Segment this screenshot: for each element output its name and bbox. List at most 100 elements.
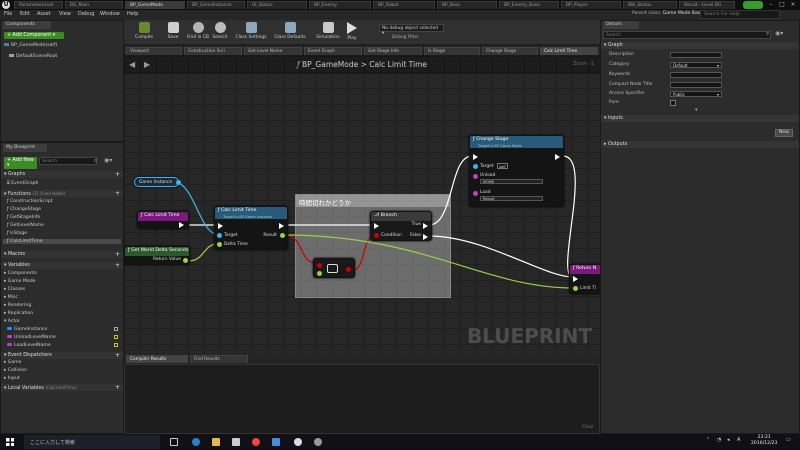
eye-icon[interactable] (114, 327, 118, 331)
keywords-field[interactable] (670, 72, 722, 78)
unload-dropdown[interactable]: NONE (480, 179, 543, 184)
graphs-category[interactable]: ▾ Graphs + (1, 171, 123, 178)
load-pin[interactable] (473, 191, 478, 196)
condition-pin[interactable] (374, 233, 379, 238)
var-category[interactable]: ▸ Rendering (4, 303, 31, 308)
doc-tab-6[interactable]: BP_Robot (373, 1, 435, 9)
tab-get-stage-info[interactable]: Get Stage Info (364, 47, 422, 55)
doc-tab-11[interactable]: Result - Level BG (679, 1, 735, 9)
doc-tab-7[interactable]: BP_Boss (437, 1, 497, 9)
unload-pin[interactable] (473, 174, 478, 179)
true-pin[interactable] (423, 223, 428, 229)
node-calc-limit-time[interactable]: ƒ Calc Limit Time Target is BP Game Inst… (214, 206, 288, 250)
folder-icon[interactable] (272, 438, 280, 446)
debug-object-select[interactable]: No debug object selected ▾ (379, 24, 444, 36)
maximize-icon[interactable]: □ (777, 1, 787, 9)
load-dropdown[interactable]: Result (480, 196, 543, 201)
node-return[interactable]: ƒ Return N Limit Ti (569, 264, 600, 294)
add-local-icon[interactable]: + (115, 384, 120, 391)
doc-tab-8[interactable]: BP_Enemy_Base (499, 1, 559, 9)
menu-asset[interactable]: Asset (37, 11, 51, 17)
macros-category[interactable]: ▾ Macros + (1, 251, 123, 258)
notifications-icon[interactable]: ▭ (786, 437, 791, 443)
target-pin[interactable] (473, 164, 478, 169)
tab-change-stage[interactable]: Change Stage (482, 47, 538, 55)
variables-category[interactable]: ▾ Variables + (1, 262, 123, 269)
menu-help[interactable]: Help (127, 11, 138, 17)
exec-out-pin[interactable] (555, 154, 560, 160)
eye-icon[interactable] (114, 343, 118, 347)
menu-edit[interactable]: Edit (20, 11, 30, 17)
doc-tab-5[interactable]: BP_Enemy (309, 1, 371, 9)
var-category[interactable]: ▸ Replication (4, 311, 33, 316)
function-item[interactable]: ƒ IsStage (7, 231, 27, 236)
doc-tab-3[interactable]: BP_GameInstance (187, 1, 245, 9)
result-pin[interactable] (280, 233, 285, 238)
exec-out-pin[interactable] (279, 223, 284, 229)
input-language-label[interactable]: A (737, 437, 740, 443)
file-explorer-icon[interactable] (212, 438, 220, 446)
app-icon[interactable] (314, 438, 322, 446)
pure-checkbox[interactable] (670, 100, 676, 106)
menu-file[interactable]: File (4, 11, 12, 17)
windows-start-icon[interactable] (6, 438, 14, 446)
function-item[interactable]: ƒ ChangeStage (7, 207, 41, 212)
edge-browser-icon[interactable] (192, 438, 200, 446)
exec-out-pin[interactable] (179, 222, 184, 228)
functions-category[interactable]: ▾ Functions (31 Overridable) + (1, 190, 123, 197)
category-dropdown[interactable]: Default ▾ (670, 62, 722, 68)
add-variable-icon[interactable]: + (115, 262, 120, 269)
variable-item[interactable]: GameInstance (7, 327, 121, 332)
delta-pin[interactable] (217, 242, 222, 247)
var-category[interactable]: ▸ Components (4, 271, 37, 276)
compact-title-field[interactable] (670, 82, 722, 88)
eye-icon[interactable] (114, 335, 118, 339)
var-category[interactable]: ▸ Misc (4, 295, 18, 300)
menu-debug[interactable]: Debug (78, 11, 94, 17)
function-item-selected[interactable]: ƒ CalcLimitTime (3, 239, 121, 244)
dispatcher-item[interactable]: ▸ Collision (4, 368, 27, 373)
class-settings-button[interactable]: Class Settings (232, 21, 270, 44)
tab-get-level-name[interactable]: Get Level Name (244, 47, 302, 55)
var-category[interactable]: ▾ Actor (4, 319, 20, 324)
exec-in-pin[interactable] (573, 276, 578, 282)
doc-tab-1[interactable]: BG_Main (65, 1, 123, 9)
output-pin[interactable] (346, 267, 351, 272)
target-pin[interactable] (217, 233, 222, 238)
details-search-input[interactable]: Search (603, 31, 771, 39)
output-pin[interactable] (176, 180, 181, 185)
chrome-icon[interactable] (252, 438, 260, 446)
tab-event-graph[interactable]: Event Graph (304, 47, 362, 55)
add-component-button[interactable]: + Add Component ▾ (4, 32, 64, 39)
var-category[interactable]: ▸ Classes (4, 287, 25, 292)
input-pin[interactable] (317, 263, 322, 268)
input-pin[interactable] (317, 271, 322, 276)
doc-tab-10[interactable]: BW_Status (623, 1, 677, 9)
doc-tab-0[interactable]: ParameterLevel (14, 1, 63, 9)
network-icon[interactable]: ◔ (717, 437, 721, 443)
access-dropdown[interactable]: Public ▾ (670, 91, 722, 97)
tab-compiler-results[interactable]: Compiler Results (126, 355, 188, 363)
node-game-instance[interactable]: Game Instance (134, 177, 181, 187)
locals-category[interactable]: ▾ Local Variables (CalcLimitTime) + (1, 384, 123, 391)
tray-up-icon[interactable]: ⌃ (706, 437, 710, 443)
exec-in-pin[interactable] (473, 154, 478, 160)
variable-item[interactable]: LoadLevelName (7, 343, 121, 348)
graph-editor[interactable]: ƒ BP_GameMode > Calc Limit Time ◀ ▶ Zoom… (124, 56, 600, 354)
store-icon[interactable] (232, 438, 240, 446)
node-get-delta-seconds[interactable]: ƒ Get World Delta Seconds Return Value (124, 246, 190, 265)
view-options-icon[interactable]: ◉▾ (104, 157, 112, 164)
dispatchers-category[interactable]: ▾ Event Dispatchers + (1, 352, 123, 359)
add-macro-icon[interactable]: + (115, 251, 120, 258)
node-function-entry[interactable]: ƒ Calc Limit Time (137, 211, 189, 229)
inputs-section[interactable]: ▾ Inputs (601, 115, 799, 122)
volume-icon[interactable]: ◂ (727, 437, 730, 443)
menu-window[interactable]: Window (100, 11, 120, 17)
function-item[interactable]: ƒ ConstructionScript (7, 199, 53, 204)
view-options-icon[interactable]: ◉▾ (775, 30, 783, 37)
unreal-taskbar-icon[interactable] (294, 438, 302, 446)
expand-icon[interactable]: ▾ (695, 107, 698, 113)
close-icon[interactable]: × (788, 1, 798, 9)
add-new-button[interactable]: + Add New ▾ (4, 157, 37, 169)
dispatcher-item[interactable]: ▸ Game (4, 360, 21, 365)
